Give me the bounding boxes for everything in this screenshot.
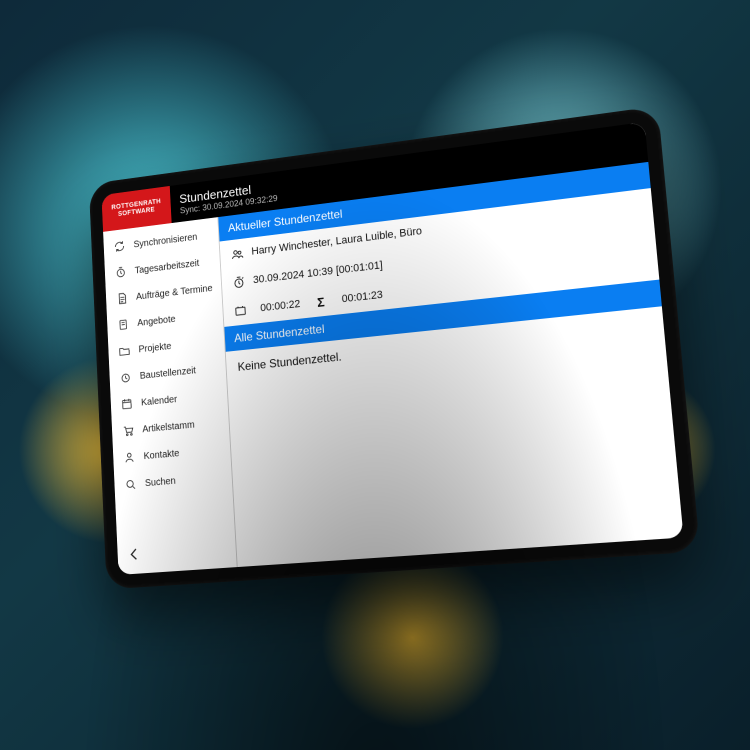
calendar-icon [119, 396, 134, 413]
sync-icon [112, 238, 127, 255]
sidebar-item-label: Baustellenzeit [140, 365, 196, 381]
folder-icon [117, 343, 132, 360]
timer-icon [113, 264, 128, 281]
document-icon [115, 290, 130, 307]
elapsed-value: 00:00:22 [260, 298, 301, 314]
sidebar-item-label: Aufträge & Termine [136, 283, 213, 302]
cart-icon [121, 422, 136, 439]
app-screen: ROTTGENRATH SOFTWARE Stundenzettel Sync:… [101, 122, 683, 575]
sidebar-item-label: Kontakte [143, 448, 179, 462]
main-content: Aktueller Stundenzettel Harry Winchester… [218, 162, 683, 567]
sidebar-item-label: Projekte [138, 341, 171, 355]
sidebar-item-label: Kalender [141, 394, 177, 408]
tablet-frame: ROTTGENRATH SOFTWARE Stundenzettel Sync:… [89, 106, 700, 589]
sum-icon: Σ [313, 293, 329, 310]
sidebar-item-label: Synchronisieren [133, 232, 197, 250]
back-button[interactable] [127, 554, 144, 567]
elapsed-icon [232, 302, 248, 319]
offer-icon [116, 316, 131, 333]
person-icon [122, 449, 137, 466]
people-icon [229, 245, 244, 262]
site-icon [118, 369, 133, 386]
search-icon [123, 476, 138, 493]
sidebar-item-label: Tagesarbeitszeit [135, 258, 200, 276]
sum-value: 00:01:23 [341, 289, 383, 305]
sidebar: Synchronisieren Tagesarbeitszeit Aufträg… [103, 217, 238, 575]
sidebar-item-label: Suchen [145, 475, 176, 488]
sidebar-item-label: Artikelstamm [142, 419, 195, 434]
sidebar-nav: Synchronisieren Tagesarbeitszeit Aufträg… [103, 217, 235, 539]
stopwatch-icon [231, 274, 247, 291]
sidebar-item-label: Angebote [137, 314, 176, 329]
